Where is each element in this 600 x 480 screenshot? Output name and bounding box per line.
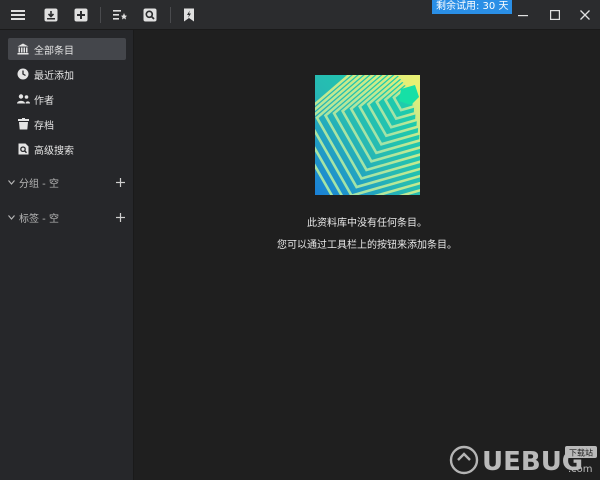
reading-list-icon [113,10,127,20]
empty-library-illustration [315,75,420,195]
sidebar-item-label: 作者 [34,95,54,107]
sidebar-item-all-items[interactable]: 全部条目 [8,38,126,60]
search-button[interactable] [139,5,161,25]
bookmark-icon [184,8,194,22]
library-icon [16,42,30,56]
minimize-icon [518,15,528,17]
archive-icon [16,117,30,131]
empty-state-message: 此资料库中没有任何条目。 [307,218,427,229]
advanced-search-icon [16,142,30,156]
sidebar-item-label: 高级搜索 [34,145,74,157]
maximize-icon [550,10,560,20]
sidebar-item-recently-added[interactable]: 最近添加 [8,63,126,85]
menu-button[interactable] [7,5,29,25]
sidebar-item-label: 存档 [34,120,54,132]
add-tag-button[interactable] [114,211,126,223]
clock-icon [16,67,30,81]
search-icon [143,8,157,22]
add-icon [74,8,88,22]
menu-icon [11,10,25,20]
tags-section-label: 标签 - 空 [19,213,59,225]
trial-badge[interactable]: 剩余试用: 30 天 [432,0,513,14]
sidebar-item-label: 全部条目 [34,45,74,57]
watermark-tag: 下载站 [569,448,593,458]
sidebar: 全部条目 最近添加 作者 存档 高级搜索 分组 - 空 标签 - 空 [0,30,134,480]
sidebar-item-label: 最近添加 [34,70,74,82]
reading-list-button[interactable] [109,5,131,25]
sidebar-item-advanced-search[interactable]: 高级搜索 [8,138,126,160]
import-icon [44,8,58,22]
tags-section-header: 标签 - 空 [0,208,134,226]
groups-section-header: 分组 - 空 [0,173,134,191]
chevron-down-icon[interactable] [6,177,16,187]
chevron-down-icon[interactable] [6,212,16,222]
add-group-button[interactable] [114,176,126,188]
add-button[interactable] [70,5,92,25]
toolbar-separator [170,7,171,23]
close-button[interactable] [574,5,596,25]
main-content: 此资料库中没有任何条目。 您可以通过工具栏上的按钮来添加条目。 [134,30,600,480]
minimize-button[interactable] [512,5,534,25]
toolbar: 剩余试用: 30 天 [0,0,600,30]
groups-section-label: 分组 - 空 [19,178,59,190]
close-icon [580,10,590,20]
toolbar-separator [100,7,101,23]
watermark-domain: .com [568,464,593,475]
uebug-watermark-logo: UEBUG 下载站 .com [449,445,597,477]
sidebar-item-authors[interactable]: 作者 [8,88,126,110]
plus-icon [115,212,125,222]
people-icon [16,92,30,106]
plus-icon [115,177,125,187]
maximize-button[interactable] [544,5,566,25]
app-window: 剩余试用: 30 天 全部条目 最近添加 作者 存档 高级搜索 分组 - 空 标… [0,0,600,480]
bookmark-button[interactable] [178,5,200,25]
sidebar-item-archive[interactable]: 存档 [8,113,126,135]
import-button[interactable] [40,5,62,25]
empty-state-hint: 您可以通过工具栏上的按钮来添加条目。 [277,240,457,251]
